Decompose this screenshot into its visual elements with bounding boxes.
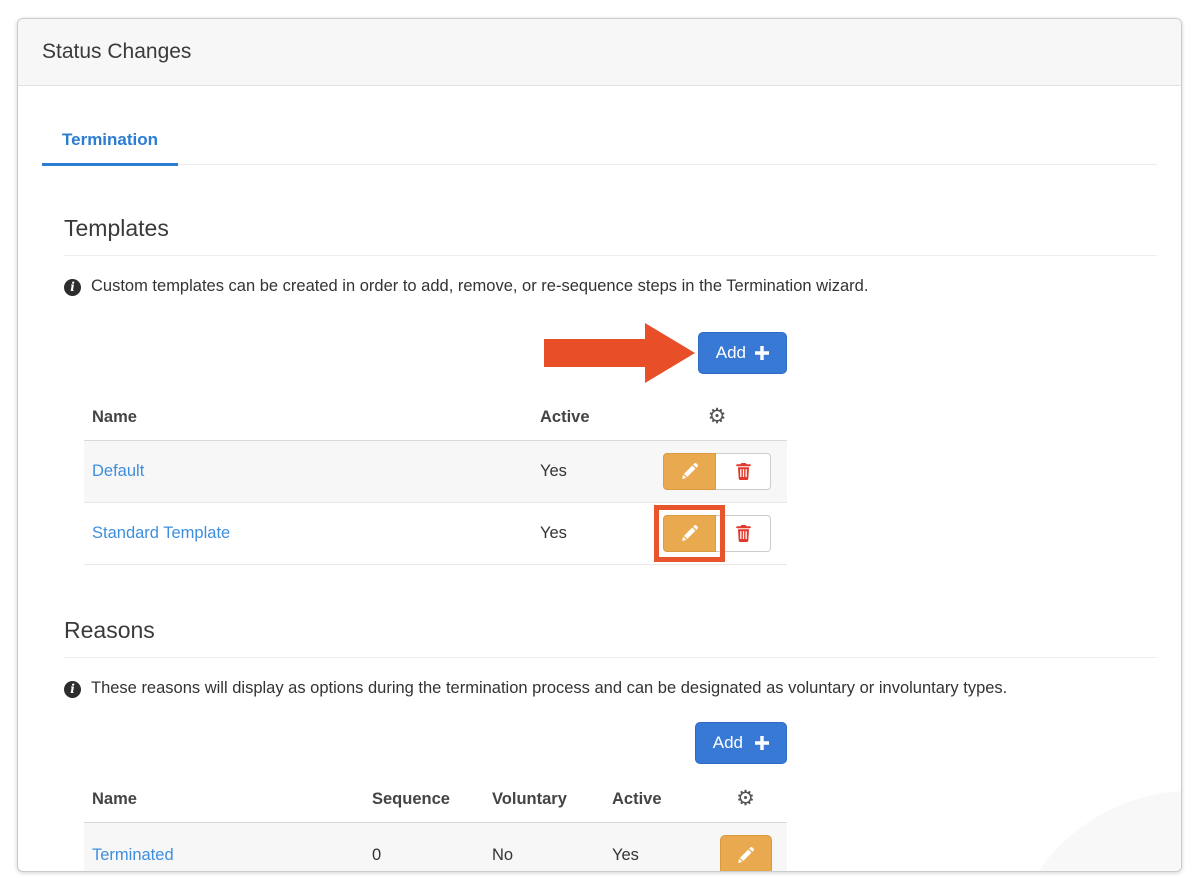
pencil-icon	[681, 525, 698, 542]
gear-icon[interactable]: ⚙	[736, 786, 755, 810]
template-link-default[interactable]: Default	[92, 462, 144, 480]
status-changes-card: Status Changes Termination Templates i C…	[17, 18, 1182, 872]
tab-bar: Termination	[42, 130, 1157, 165]
reasons-table: Name Sequence Voluntary Active ⚙ Termina…	[84, 778, 787, 872]
reasons-add-row: Add	[84, 722, 787, 764]
table-row: Standard Template Yes	[84, 503, 787, 565]
reasons-heading: Reasons	[64, 617, 1157, 658]
gear-icon[interactable]: ⚙	[708, 404, 727, 428]
col-header-sequence: Sequence	[364, 778, 484, 823]
row-actions	[663, 453, 771, 490]
col-header-active: Active	[604, 778, 704, 823]
reasons-header-row: Name Sequence Voluntary Active ⚙	[84, 778, 787, 823]
table-row: Default Yes	[84, 441, 787, 503]
template-link-standard[interactable]: Standard Template	[92, 524, 230, 542]
delete-button[interactable]	[716, 453, 771, 490]
edit-button[interactable]	[663, 453, 716, 490]
trash-icon	[736, 463, 751, 480]
templates-add-button[interactable]: Add	[698, 332, 787, 374]
add-button-label: Add	[713, 733, 743, 753]
templates-info-line: i Custom templates can be created in ord…	[64, 277, 1157, 296]
plus-icon	[755, 346, 769, 360]
info-icon: i	[64, 279, 81, 296]
col-header-name: Name	[84, 396, 532, 441]
active-value: Yes	[532, 441, 647, 503]
templates-add-row: Add	[84, 322, 787, 384]
templates-info-text: Custom templates can be created in order…	[91, 277, 868, 296]
col-header-name: Name	[84, 778, 364, 823]
plus-icon	[755, 736, 769, 750]
reasons-info-line: i These reasons will display as options …	[64, 679, 1157, 698]
table-row: Terminated 0 No Yes	[84, 823, 787, 872]
tab-termination[interactable]: Termination	[42, 130, 178, 166]
reasons-info-text: These reasons will display as options du…	[91, 679, 1007, 698]
pencil-icon	[681, 463, 698, 480]
row-actions	[663, 515, 771, 552]
info-icon: i	[64, 681, 81, 698]
col-header-voluntary: Voluntary	[484, 778, 604, 823]
active-value: Yes	[532, 503, 647, 565]
card-header: Status Changes	[18, 19, 1181, 86]
active-value: Yes	[604, 823, 704, 872]
reasons-section: Reasons i These reasons will display as …	[42, 617, 1157, 872]
edit-button[interactable]	[663, 515, 716, 552]
templates-section: Templates i Custom templates can be crea…	[42, 215, 1157, 565]
reason-link-terminated[interactable]: Terminated	[92, 846, 174, 864]
reasons-add-button[interactable]: Add	[695, 722, 787, 764]
red-arrow-annotation	[544, 322, 696, 384]
col-header-active: Active	[532, 396, 647, 441]
templates-header-row: Name Active ⚙	[84, 396, 787, 441]
voluntary-value: No	[484, 823, 604, 872]
edit-button[interactable]	[720, 835, 772, 872]
delete-button[interactable]	[716, 515, 771, 552]
add-button-label: Add	[716, 343, 746, 363]
templates-table: Name Active ⚙ Default Yes	[84, 396, 787, 565]
card-body: Termination Templates i Custom templates…	[18, 130, 1181, 872]
trash-icon	[736, 525, 751, 542]
pencil-icon	[737, 847, 754, 864]
sequence-value: 0	[364, 823, 484, 872]
page-title: Status Changes	[42, 40, 191, 64]
templates-heading: Templates	[64, 215, 1157, 256]
